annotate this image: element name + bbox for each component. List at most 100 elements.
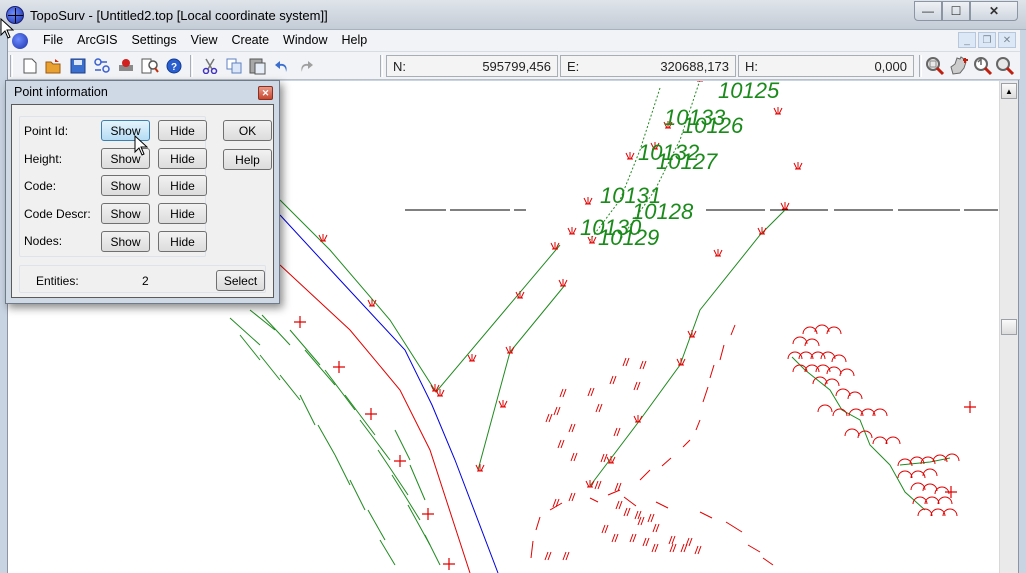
hedge-line (682, 439, 691, 448)
mdi-restore-button[interactable]: ❐ (978, 32, 996, 48)
point-marker (367, 299, 377, 307)
ditch-line (249, 309, 276, 331)
network-icon[interactable] (92, 56, 112, 76)
cut-icon[interactable] (200, 56, 220, 76)
fence-marker (637, 516, 645, 526)
dialog-title: Point information (14, 85, 108, 99)
menu-window[interactable]: Window (276, 33, 334, 47)
point-marker (505, 346, 515, 354)
nodes-hide-button[interactable]: Hide (158, 231, 207, 252)
select-button[interactable]: Select (216, 270, 265, 291)
ditch-line (304, 349, 336, 386)
zoom-previous-icon[interactable] (973, 56, 993, 76)
preview-icon[interactable] (140, 56, 160, 76)
toolbar-grip-coords[interactable] (380, 55, 383, 77)
nodes-show-button[interactable]: Show (101, 231, 150, 252)
point-id-label: Point Id: (24, 124, 69, 138)
code-descr-label: Code Descr: (24, 207, 91, 221)
vegetation-symbol (844, 428, 860, 437)
print-icon[interactable] (116, 56, 136, 76)
ditch-line (239, 334, 261, 361)
vertical-scrollbar[interactable]: ▲ (999, 81, 1018, 573)
vegetation-symbol (885, 436, 901, 445)
point-id-label: 10127 (656, 149, 718, 174)
svg-text:?: ? (171, 62, 177, 73)
menu-arcgis[interactable]: ArcGIS (70, 33, 124, 47)
menu-view[interactable]: View (184, 33, 225, 47)
point-marker (558, 279, 568, 287)
point-id-label: 10125 (718, 81, 780, 103)
survey-point-cross (294, 316, 306, 328)
survey-point-cross (945, 486, 957, 498)
ditch-line (379, 539, 396, 566)
close-button[interactable]: ✕ (970, 1, 1018, 21)
zoom-window-icon[interactable] (995, 56, 1015, 76)
copy-icon[interactable] (224, 56, 244, 76)
menu-settings[interactable]: Settings (124, 33, 183, 47)
ditch-line (317, 424, 336, 456)
fence-marker (544, 551, 552, 561)
point-id-label: 10126 (682, 113, 744, 138)
paste-icon[interactable] (248, 56, 268, 76)
easting-value: 320688,173 (660, 59, 729, 74)
fence-marker (594, 480, 602, 490)
dialog-close-button[interactable]: ✕ (258, 86, 273, 100)
menu-file[interactable]: File (36, 33, 70, 47)
hedge-line (725, 521, 743, 533)
vegetation-symbol (937, 496, 953, 505)
maximize-button[interactable]: ☐ (942, 1, 970, 21)
northing-field: N: 595799,456 (386, 55, 558, 77)
scroll-thumb[interactable] (1001, 319, 1017, 335)
code-show-button[interactable]: Show (101, 175, 150, 196)
window-title: TopoSurv - [Untitled2.top [Local coordin… (30, 8, 328, 23)
mdi-minimize-button[interactable]: _ (958, 32, 976, 48)
minimize-button[interactable]: — (914, 1, 942, 21)
road-edge-line (279, 264, 471, 573)
height-label: Height: (24, 152, 63, 166)
menu-create[interactable]: Create (225, 33, 277, 47)
undo-icon[interactable] (272, 56, 292, 76)
fence-marker (601, 524, 609, 534)
open-icon[interactable] (44, 56, 64, 76)
pan-icon[interactable] (949, 56, 969, 76)
fence-marker (587, 387, 595, 397)
toolbar-grip-zoom[interactable] (919, 55, 922, 77)
ok-button[interactable]: OK (223, 120, 272, 141)
code-hide-button[interactable]: Hide (158, 175, 207, 196)
help-button[interactable]: Help (223, 149, 272, 170)
height-hide-button[interactable]: Hide (158, 148, 207, 169)
point-marker (585, 480, 595, 488)
point-id-hide-button[interactable]: Hide (158, 120, 207, 141)
fence-marker (642, 537, 650, 547)
hedge-line (535, 516, 541, 531)
toolbar-grip[interactable] (10, 55, 13, 77)
ditch-line (359, 419, 391, 461)
fence-marker (614, 482, 622, 492)
survey-point-cross (365, 408, 377, 420)
fence-marker (609, 375, 617, 385)
ditch-line (391, 474, 421, 521)
scroll-up-button[interactable]: ▲ (1001, 83, 1017, 99)
point-marker (583, 197, 593, 205)
hedge-line (747, 544, 761, 553)
save-icon[interactable] (68, 56, 88, 76)
hedge-line (695, 419, 701, 431)
document-icon[interactable] (12, 33, 28, 49)
hedge-line (709, 364, 715, 379)
vegetation-symbol (897, 470, 913, 479)
fence-marker (570, 452, 578, 462)
new-icon[interactable] (20, 56, 40, 76)
fence-marker (694, 545, 702, 555)
redo-icon[interactable] (296, 56, 316, 76)
mdi-close-button[interactable]: ✕ (998, 32, 1016, 48)
help-icon[interactable]: ? (164, 56, 184, 76)
point-marker (713, 249, 723, 257)
code-descr-hide-button[interactable]: Hide (158, 203, 207, 224)
code-descr-show-button[interactable]: Show (101, 203, 150, 224)
menu-help[interactable]: Help (335, 33, 375, 47)
vegetation-symbol (814, 324, 830, 333)
toolbar: ? N: 595799,456 E: 320688,173 H: 0,000 (8, 52, 1020, 80)
zoom-extents-icon[interactable] (925, 56, 945, 76)
height-value: 0,000 (874, 59, 907, 74)
northing-value: 595799,456 (482, 59, 551, 74)
